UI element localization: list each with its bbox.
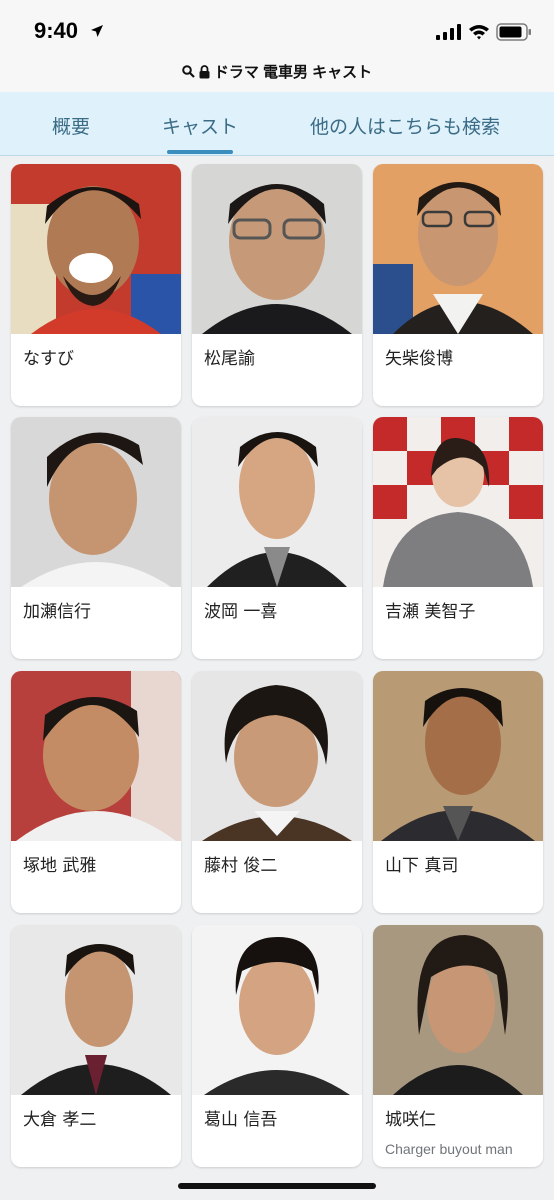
cast-name: なすび	[23, 349, 74, 369]
cast-name: 波岡 一喜	[204, 602, 278, 622]
cast-photo	[192, 925, 362, 1095]
cast-photo	[11, 925, 181, 1095]
cast-photo	[11, 671, 181, 841]
cast-card[interactable]: 葛山 信吾	[192, 925, 362, 1167]
cast-card[interactable]: 大倉 孝二	[11, 925, 181, 1167]
cast-name: 大倉 孝二	[23, 1110, 97, 1130]
cast-card[interactable]: 塚地 武雅	[11, 671, 181, 913]
cast-name: 松尾諭	[204, 349, 255, 369]
cast-photo	[373, 164, 543, 334]
cast-name: 矢柴俊博	[385, 349, 453, 369]
cast-name: 藤村 俊二	[204, 856, 278, 876]
cast-photo	[192, 671, 362, 841]
cast-name: 吉瀬 美智子	[385, 602, 476, 622]
cast-name: 葛山 信吾	[204, 1110, 278, 1130]
cast-name: 城咲仁	[385, 1110, 436, 1130]
cast-photo	[11, 417, 181, 587]
home-indicator[interactable]	[178, 1183, 376, 1189]
cast-card[interactable]: なすび	[11, 164, 181, 406]
cast-name: 加瀬信行	[23, 602, 91, 622]
cast-card[interactable]: 加瀬信行	[11, 417, 181, 659]
cast-photo	[373, 417, 543, 587]
cast-card[interactable]: 矢柴俊博	[373, 164, 543, 406]
cast-card[interactable]: 松尾諭	[192, 164, 362, 406]
cast-grid: なすび 松尾諭 矢柴俊博 加瀬信行 波岡 一喜 吉瀬 美智子 塚地 武雅 藤村 …	[0, 0, 554, 1200]
cast-role: Charger buyout man	[385, 1141, 513, 1157]
cast-name: 塚地 武雅	[23, 856, 97, 876]
cast-photo	[192, 417, 362, 587]
cast-name: 山下 真司	[385, 856, 459, 876]
cast-card[interactable]: 波岡 一喜	[192, 417, 362, 659]
cast-photo	[373, 671, 543, 841]
cast-card[interactable]: 城咲仁 Charger buyout man	[373, 925, 543, 1167]
cast-card[interactable]: 藤村 俊二	[192, 671, 362, 913]
cast-photo	[11, 164, 181, 334]
cast-card[interactable]: 吉瀬 美智子	[373, 417, 543, 659]
cast-card[interactable]: 山下 真司	[373, 671, 543, 913]
cast-photo	[192, 164, 362, 334]
cast-photo	[373, 925, 543, 1095]
